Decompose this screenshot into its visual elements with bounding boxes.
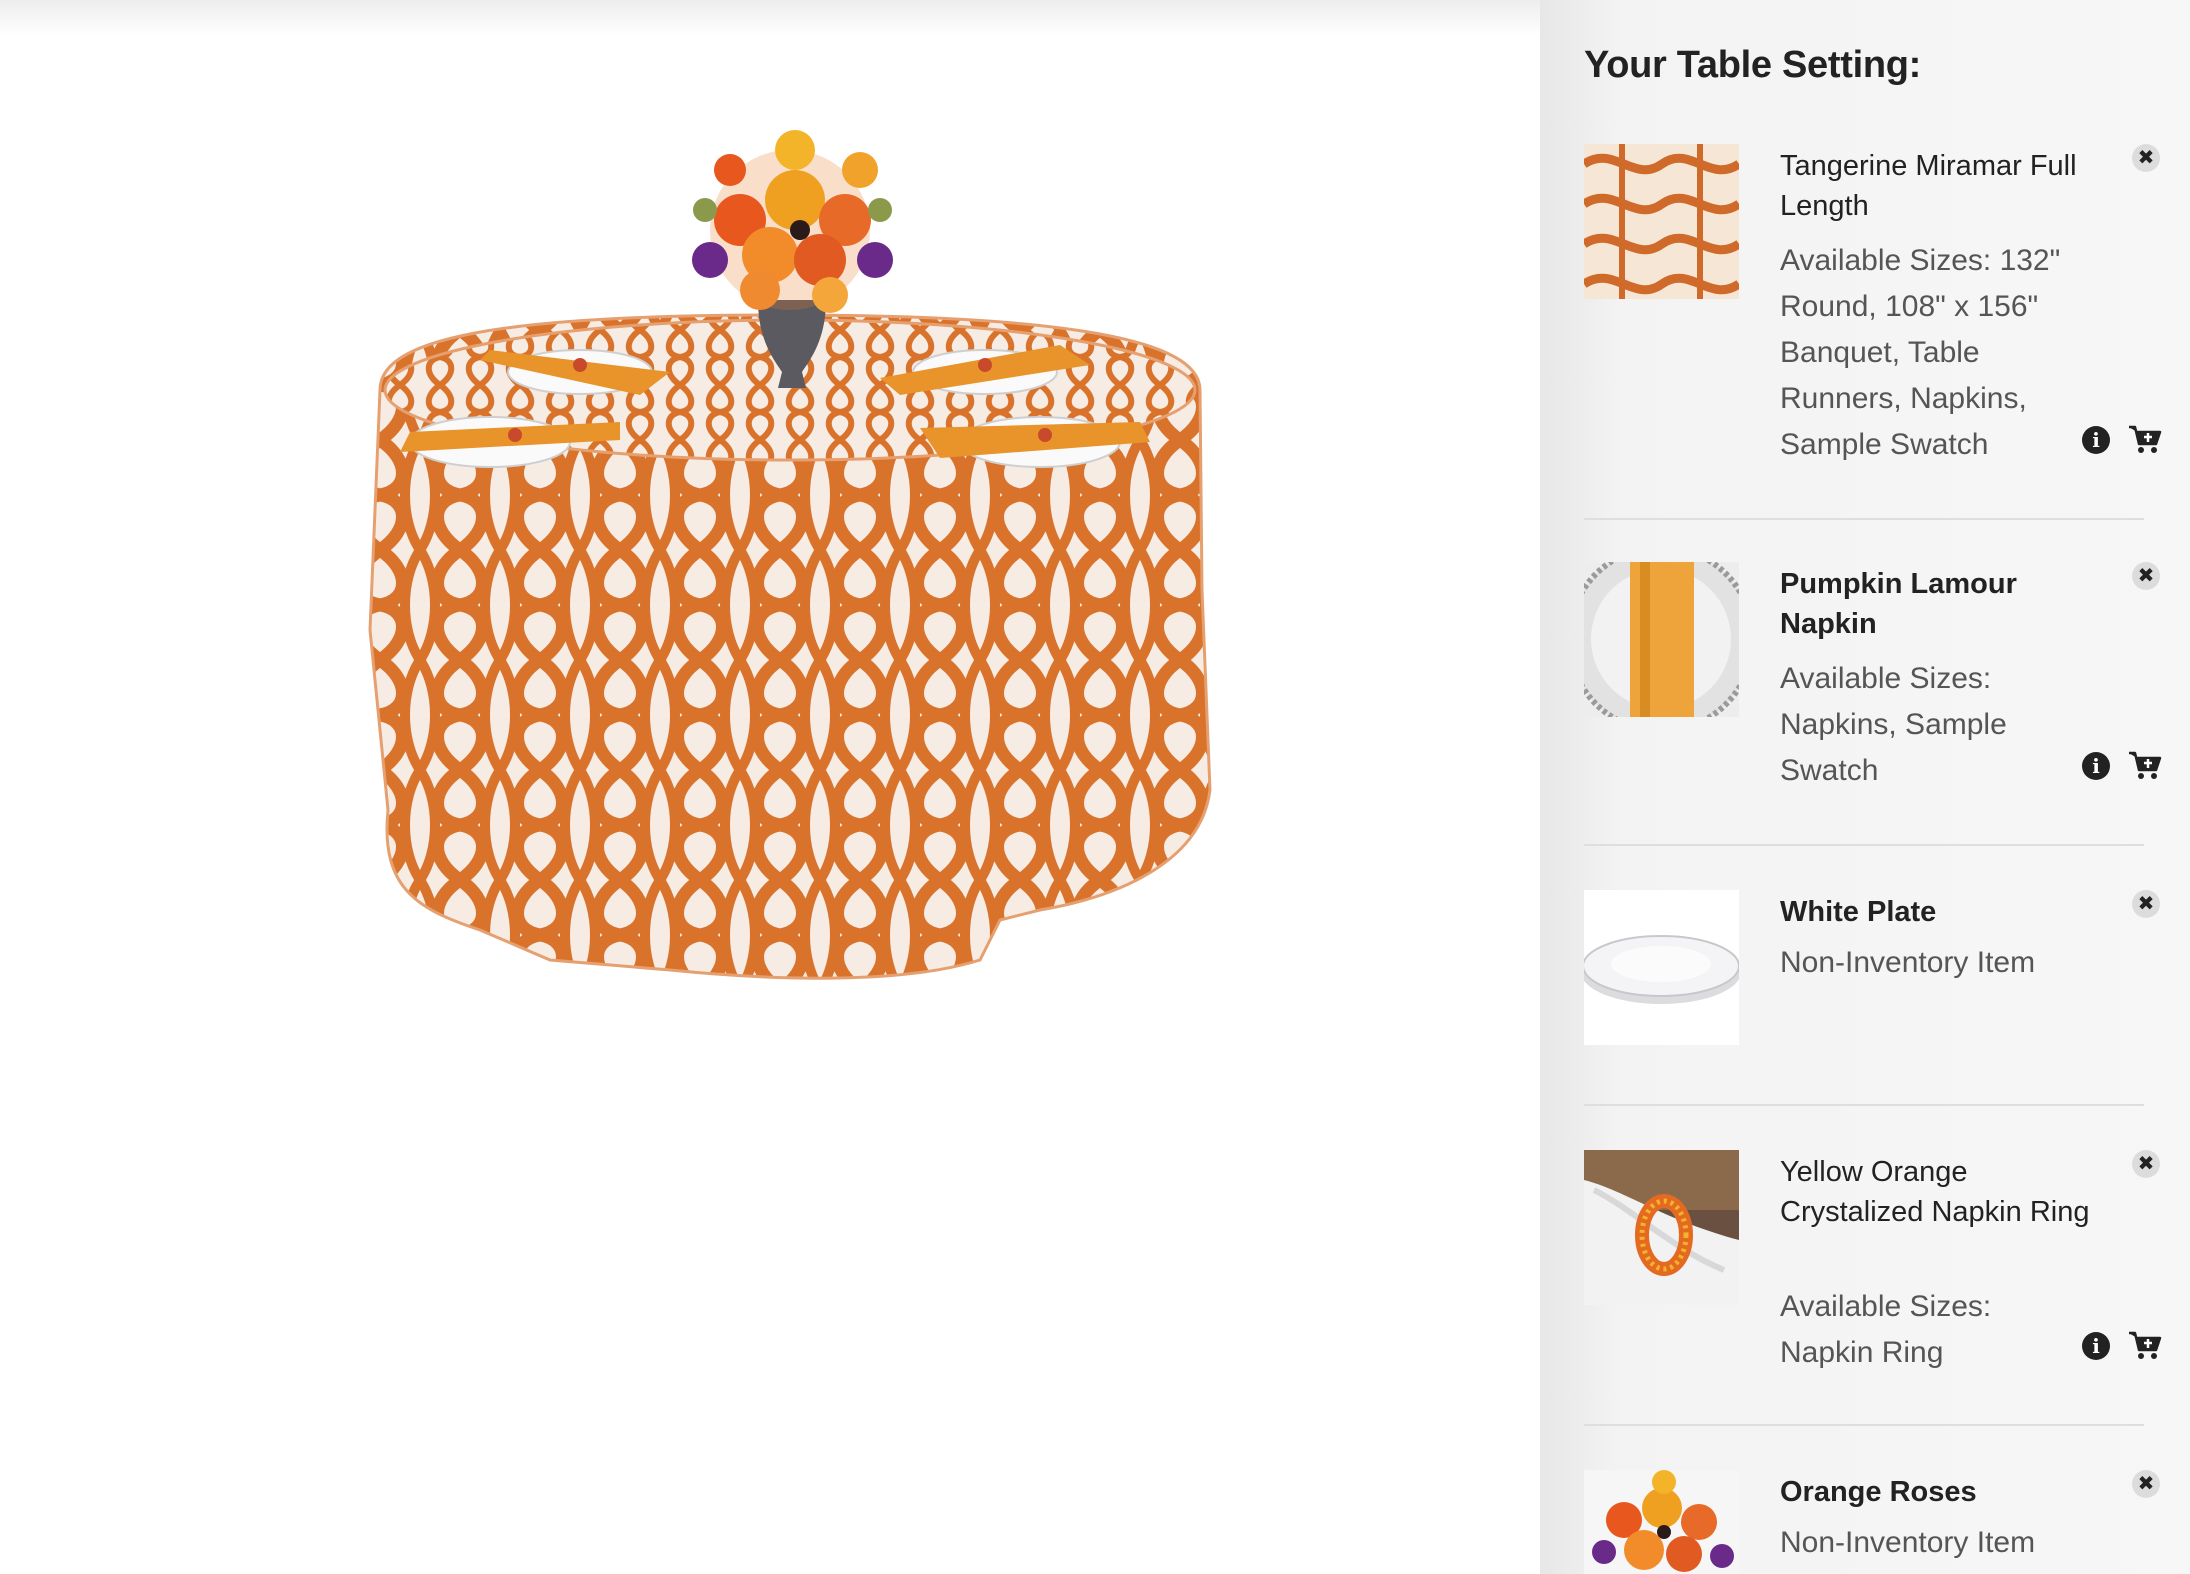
setting-item: Pumpkin Lamour Napkin Available Sizes: N…: [1584, 562, 2162, 822]
item-sizes: Non-Inventory Item: [1780, 946, 2036, 979]
table-setting-sidebar: Your Table Setting: Tangerine Miramar Fu…: [1540, 0, 2190, 1574]
divider: [1584, 1104, 2144, 1106]
setting-item: Orange Roses Non-Inventory Item ✖: [1584, 1470, 2160, 1574]
pumpkin-napkin-on-charger-icon: [1584, 562, 1739, 717]
add-to-cart-icon[interactable]: [2128, 750, 2162, 780]
setting-item: Yellow Orange Crystalized Napkin Ring Av…: [1584, 1150, 2162, 1420]
sidebar-title: Your Table Setting:: [1584, 44, 1922, 86]
close-icon[interactable]: ✖: [2132, 144, 2160, 172]
close-icon[interactable]: ✖: [2132, 562, 2160, 590]
item-sizes: Available Sizes: Napkins, Sample Swatch: [1780, 662, 2007, 787]
setting-item: White Plate Non-Inventory Item ✖: [1584, 890, 2160, 1090]
info-icon[interactable]: i: [2082, 752, 2110, 780]
item-sizes: Non-Inventory Item: [1780, 1526, 2036, 1559]
close-icon[interactable]: ✖: [2132, 890, 2160, 918]
item-name: Tangerine Miramar Full Length: [1780, 150, 2077, 222]
napkin-ring-icon: [1584, 1150, 1739, 1305]
table-setting-illustration: [368, 130, 1212, 980]
table-preview: [0, 0, 1540, 1574]
close-icon[interactable]: ✖: [2132, 1470, 2160, 1498]
info-icon[interactable]: i: [2082, 426, 2110, 454]
white-plate-icon: [1584, 890, 1739, 1045]
close-icon[interactable]: ✖: [2132, 1150, 2160, 1178]
setting-item: Tangerine Miramar Full Length Available …: [1584, 144, 2162, 474]
item-name: Orange Roses: [1780, 1476, 1977, 1508]
miramar-fabric-swatch-icon: [1584, 144, 1739, 299]
orange-roses-centerpiece-icon: [1584, 1470, 1739, 1574]
divider: [1584, 844, 2144, 846]
item-name: White Plate: [1780, 896, 1937, 928]
add-to-cart-icon[interactable]: [2128, 1330, 2162, 1360]
item-sizes: Available Sizes: 132" Round, 108" x 156"…: [1780, 244, 2061, 461]
item-sizes: Available Sizes: Napkin Ring: [1780, 1290, 1992, 1369]
item-name: Yellow Orange Crystalized Napkin Ring: [1780, 1156, 2090, 1228]
add-to-cart-icon[interactable]: [2128, 424, 2162, 454]
divider: [1584, 1424, 2144, 1426]
item-name: Pumpkin Lamour Napkin: [1780, 568, 2017, 640]
divider: [1584, 518, 2144, 520]
info-icon[interactable]: i: [2082, 1332, 2110, 1360]
